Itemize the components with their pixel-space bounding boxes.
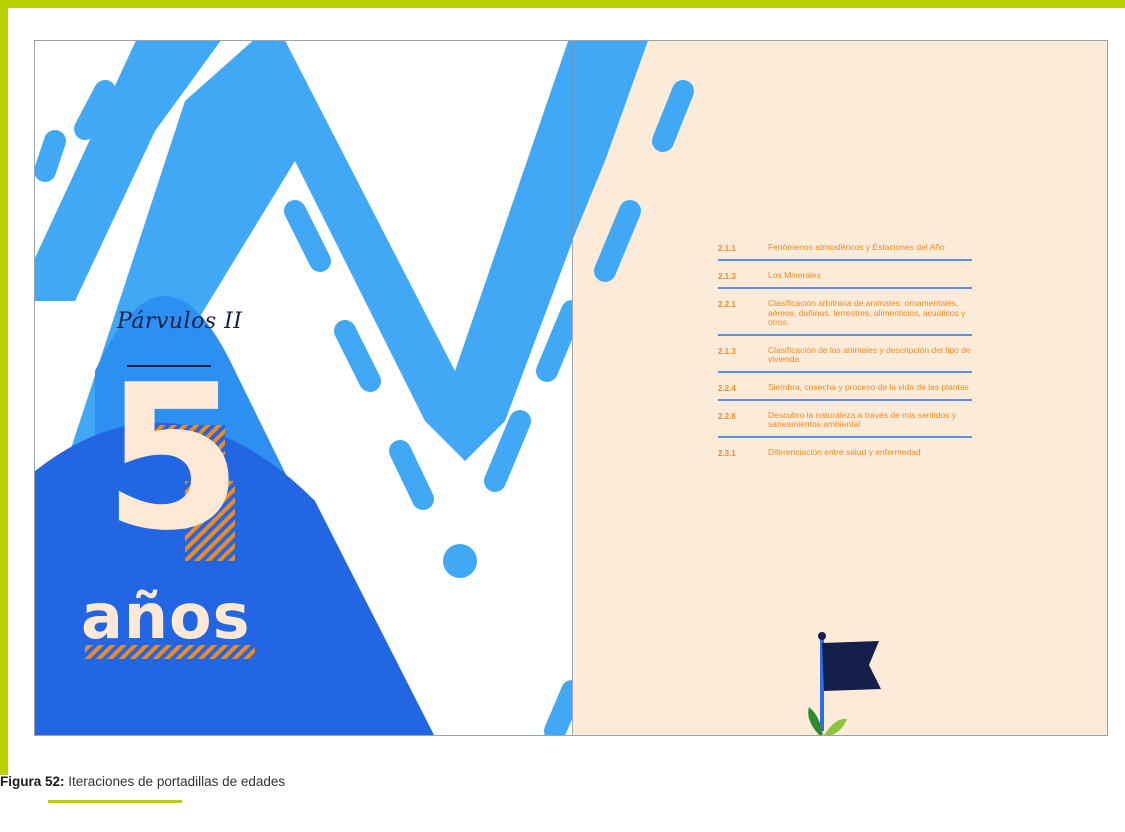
toc-item: 2.2.1 Clasificación arbitraria de animal… [718, 295, 972, 336]
toc-number: 2.1.1 [718, 244, 736, 253]
toc-item: 2.2.4 Siembra, cosecha y proceso de la v… [718, 379, 972, 401]
toc-number: 2.1.3 [718, 272, 736, 281]
sprout-icon [808, 707, 847, 735]
figure-caption: Figura 52: Iteraciones de portadillas de… [0, 774, 285, 789]
figure-caption-text: Iteraciones de portadillas de edades [64, 774, 286, 789]
right-band [572, 41, 648, 241]
page-fold [572, 41, 573, 735]
age-word: años [81, 580, 251, 653]
toc-item: 2.3.1 Diferenciación entre salud y enfer… [718, 444, 972, 464]
toc-item: 2.1.3 Clasificación de los animales y de… [718, 342, 972, 373]
figure-caption-label: Figura 52: [0, 774, 65, 789]
caption-underline [48, 800, 182, 803]
toc-text: Descubro la naturaleza a través de mis s… [768, 409, 957, 429]
toc-text: Los Minerales [768, 270, 821, 280]
toc-text: Fenómenos atmosféricos y Estaciones del … [768, 242, 945, 252]
flag-icon [818, 632, 881, 731]
dot-mark [443, 544, 477, 578]
frame-left-bar [0, 0, 8, 775]
level-title: Párvulos II [117, 309, 243, 334]
toc-text: Diferenciación entre salud y enfermedad [768, 446, 921, 457]
book-spread: Párvulos II 5 años 2.1.1 Fenómenos atmos… [34, 40, 1108, 736]
toc-text: Clasificación de los animales y descripc… [768, 344, 971, 364]
toc-text: Siembra, cosecha y proceso de la vida de… [768, 381, 969, 392]
toc-item: 2.2.6 Descubro la naturaleza a través de… [718, 407, 972, 438]
toc-number: 2.2.4 [718, 383, 736, 393]
toc-number: 2.2.6 [718, 411, 736, 421]
age-number: 5 [103, 342, 243, 575]
toc-number: 2.2.1 [718, 300, 736, 309]
frame-top-bar [0, 0, 1125, 8]
toc-item: 2.1.1 Fenómenos atmosféricos y Estacione… [718, 239, 972, 261]
toc-text: Clasificación arbitraria de animales: or… [768, 298, 966, 327]
toc-number: 2.3.1 [718, 448, 736, 458]
toc-item: 2.1.3 Los Minerales [718, 267, 972, 289]
toc-number: 2.1.3 [718, 346, 736, 356]
contents-list: 2.1.1 Fenómenos atmosféricos y Estacione… [718, 239, 972, 470]
